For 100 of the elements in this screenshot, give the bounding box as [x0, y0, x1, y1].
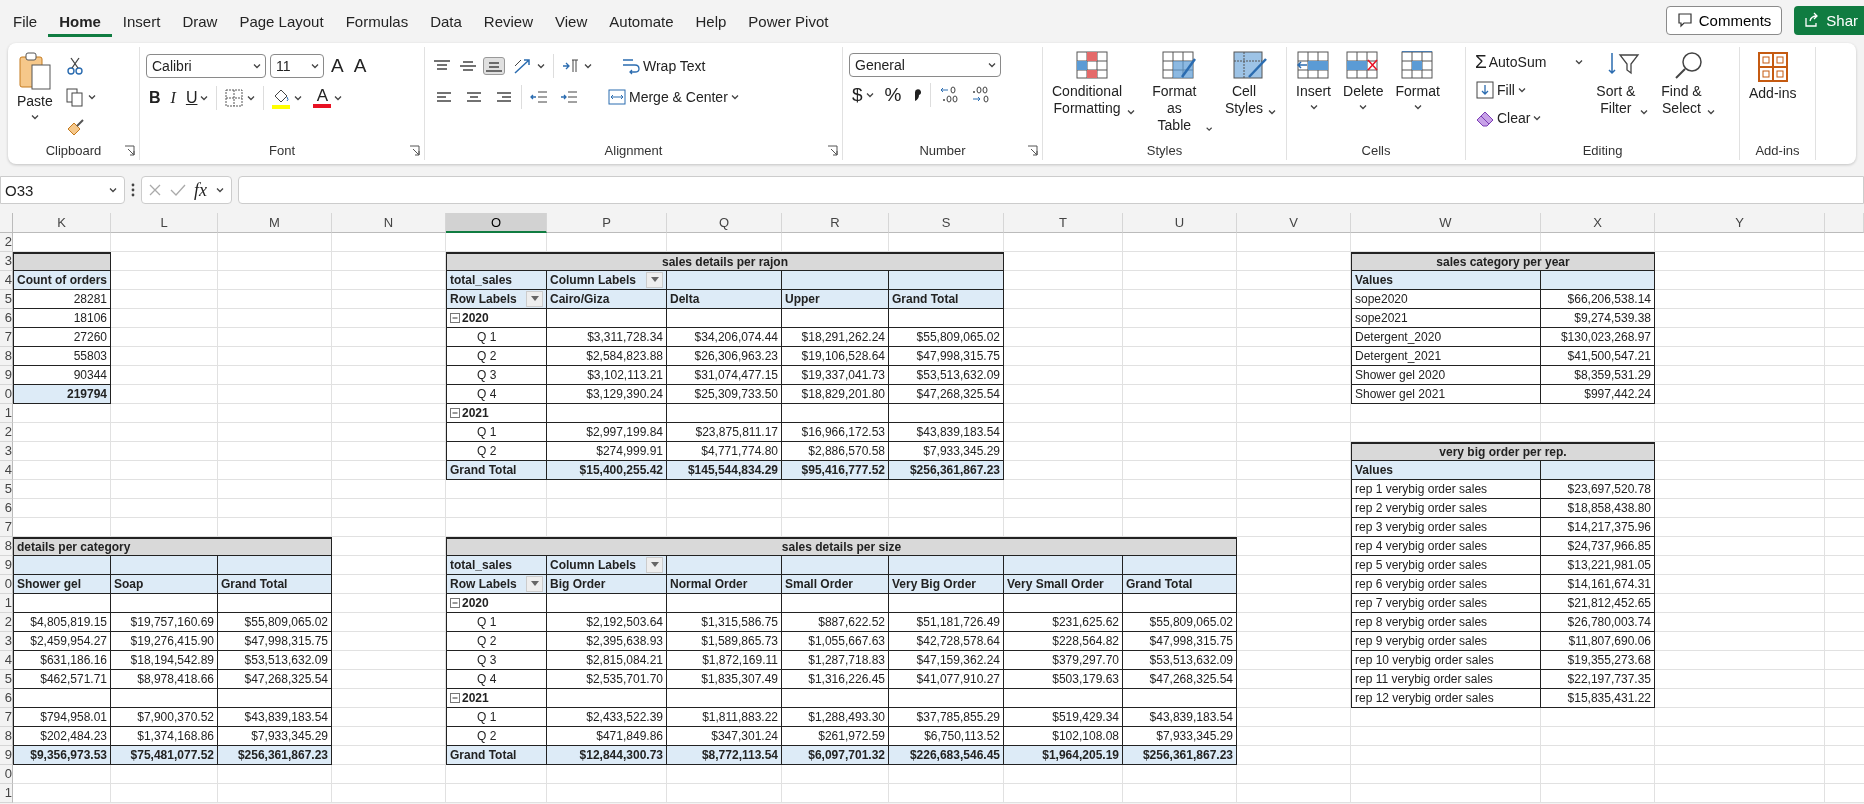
paste-button[interactable]: Paste: [14, 49, 56, 124]
column-header[interactable]: P: [547, 213, 667, 233]
row-header[interactable]: 0: [0, 385, 13, 404]
name-box[interactable]: O33: [0, 176, 125, 204]
column-header[interactable]: X: [1541, 213, 1655, 233]
column-header[interactable]: V: [1237, 213, 1351, 233]
ribbon-tab[interactable]: Data: [419, 7, 473, 37]
column-header[interactable]: T: [1004, 213, 1123, 233]
row-header[interactable]: 6: [0, 689, 13, 708]
italic-button[interactable]: I: [167, 86, 179, 110]
row-header[interactable]: 2: [0, 613, 13, 632]
column-header[interactable]: K: [13, 213, 111, 233]
collapse-icon[interactable]: [450, 313, 460, 323]
row-header[interactable]: 9: [0, 746, 13, 765]
row-header[interactable]: 6: [0, 309, 13, 328]
ribbon-tab[interactable]: Insert: [111, 7, 172, 37]
collapse-icon[interactable]: [450, 598, 460, 608]
merge-center-button[interactable]: Merge & Center: [604, 84, 743, 110]
clear-button[interactable]: Clear: [1472, 105, 1588, 131]
filter-button[interactable]: [646, 557, 663, 573]
row-header[interactable]: 2: [0, 423, 13, 442]
collapse-icon[interactable]: [450, 693, 460, 703]
ribbon-tab[interactable]: Automate: [598, 7, 685, 37]
row-header[interactable]: 5: [0, 480, 13, 499]
row-header[interactable]: 7: [0, 328, 13, 347]
bold-button[interactable]: B: [146, 86, 164, 110]
row-header[interactable]: 3: [0, 632, 13, 651]
filter-button[interactable]: [646, 272, 663, 288]
column-header[interactable]: Y: [1655, 213, 1825, 233]
row-header[interactable]: 3: [0, 252, 13, 271]
format-as-table-button[interactable]: Format as Table: [1145, 49, 1216, 136]
column-header[interactable]: N: [332, 213, 446, 233]
font-name-dropdown[interactable]: Calibri: [146, 54, 266, 78]
ribbon-tab[interactable]: Help: [684, 7, 738, 37]
dialog-launcher-icon[interactable]: [1027, 144, 1038, 156]
cell-styles-button[interactable]: Cell Styles: [1221, 49, 1280, 119]
row-header[interactable]: 7: [0, 708, 13, 727]
underline-button[interactable]: U: [182, 86, 213, 110]
row-header[interactable]: 4: [0, 461, 13, 480]
filter-button[interactable]: [526, 291, 543, 307]
row-header[interactable]: 4: [0, 271, 13, 290]
sort-filter-button[interactable]: Sort & Filter: [1593, 49, 1653, 119]
row-header[interactable]: 1: [0, 404, 13, 423]
ribbon-tab[interactable]: Page Layout: [228, 7, 335, 37]
decrease-font-size-button[interactable]: A: [350, 53, 370, 79]
row-header[interactable]: 7: [0, 518, 13, 537]
row-header[interactable]: 5: [0, 670, 13, 689]
format-button[interactable]: Format: [1392, 49, 1443, 114]
ribbon-tab[interactable]: Home: [48, 7, 112, 37]
formula-input[interactable]: [238, 176, 1864, 204]
add-ins-button[interactable]: Add-ins: [1746, 49, 1800, 104]
currency-button[interactable]: $: [849, 82, 878, 108]
font-color-button[interactable]: A: [310, 85, 347, 111]
fill-button[interactable]: Fill: [1472, 77, 1588, 103]
comments-button[interactable]: Comments: [1665, 5, 1783, 35]
conditional-formatting-button[interactable]: Conditional Formatting: [1049, 49, 1140, 119]
row-header[interactable]: 8: [0, 537, 13, 556]
autosum-button[interactable]: Σ AutoSum: [1472, 49, 1588, 75]
column-header[interactable]: U: [1123, 213, 1237, 233]
bottom-align-button[interactable]: [483, 57, 505, 75]
filter-button[interactable]: [526, 576, 543, 592]
increase-font-size-button[interactable]: A: [328, 53, 347, 79]
row-header[interactable]: 9: [0, 366, 13, 385]
find-select-button[interactable]: Find & Select: [1658, 49, 1719, 119]
wrap-text-button[interactable]: Wrap Text: [618, 53, 709, 79]
row-header[interactable]: 4: [0, 651, 13, 670]
row-header[interactable]: 3: [0, 442, 13, 461]
row-header[interactable]: 8: [0, 727, 13, 746]
ribbon-tab[interactable]: Draw: [171, 7, 229, 37]
ribbon-tab[interactable]: Formulas: [334, 7, 420, 37]
dialog-launcher-icon[interactable]: [827, 144, 838, 156]
percent-button[interactable]: %: [881, 82, 905, 108]
column-header[interactable]: Q: [667, 213, 782, 233]
row-header[interactable]: 1: [0, 784, 13, 803]
share-button[interactable]: Shar: [1794, 5, 1864, 35]
dialog-launcher-icon[interactable]: [409, 144, 420, 156]
insert-function-button[interactable]: fx: [194, 179, 207, 201]
delete-button[interactable]: Delete: [1340, 49, 1387, 114]
column-header[interactable]: M: [218, 213, 332, 233]
column-header[interactable]: W: [1351, 213, 1541, 233]
row-header[interactable]: 0: [0, 575, 13, 594]
row-header[interactable]: 6: [0, 499, 13, 518]
column-header[interactable]: S: [889, 213, 1004, 233]
row-header[interactable]: 0: [0, 765, 13, 784]
column-header[interactable]: R: [782, 213, 889, 233]
ribbon-tab[interactable]: Review: [472, 7, 545, 37]
check-icon[interactable]: [170, 183, 186, 197]
font-size-dropdown[interactable]: 11: [270, 54, 324, 78]
insert-button[interactable]: Insert: [1293, 49, 1334, 114]
column-header[interactable]: L: [111, 213, 218, 233]
row-header[interactable]: 2: [0, 233, 13, 252]
dialog-launcher-icon[interactable]: [124, 145, 135, 156]
number-format-dropdown[interactable]: General: [849, 53, 1001, 77]
ribbon-tab[interactable]: View: [544, 7, 599, 37]
column-header[interactable]: O: [446, 213, 547, 233]
ribbon-tab[interactable]: File: [2, 7, 49, 37]
row-header[interactable]: 5: [0, 290, 13, 309]
row-header[interactable]: 8: [0, 347, 13, 366]
row-header[interactable]: 9: [0, 556, 13, 575]
collapse-icon[interactable]: [450, 408, 460, 418]
